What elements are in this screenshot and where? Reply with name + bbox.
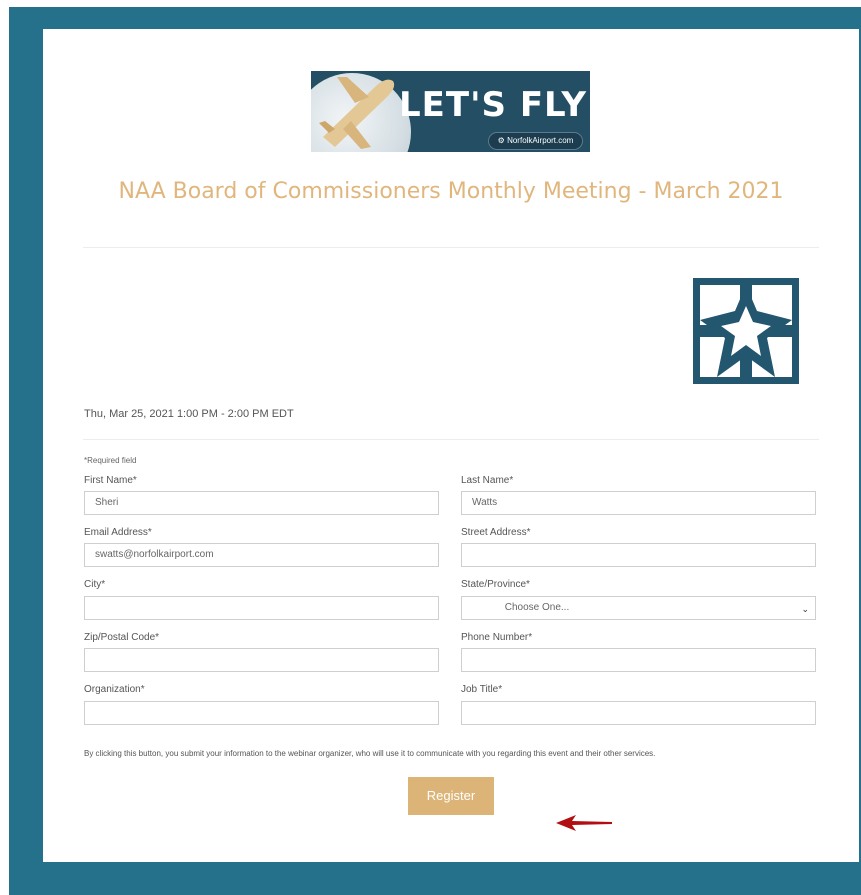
job-title-input[interactable] [461, 701, 816, 725]
state-select-value: Choose One... [504, 602, 570, 613]
street-address-input[interactable] [461, 543, 816, 567]
email-input[interactable]: swatts@norfolkairport.com [84, 543, 439, 567]
organization-label: Organization* [84, 684, 145, 695]
last-name-label: Last Name* [461, 475, 514, 486]
zip-input[interactable] [84, 648, 439, 672]
job-title-label: Job Title* [461, 684, 503, 695]
last-name-input[interactable]: Watts [461, 491, 816, 515]
logo-star-icon [693, 278, 799, 384]
divider [83, 439, 819, 440]
phone-label: Phone Number* [461, 632, 533, 643]
first-name-input[interactable]: Sheri [84, 491, 439, 515]
consent-disclaimer: By clicking this button, you submit your… [84, 749, 656, 758]
state-label: State/Province* [461, 579, 530, 590]
divider [83, 247, 819, 248]
required-note: *Required field [84, 456, 137, 465]
registration-card: LET'S FLY ⚙ NorfolkAirport.com NAA Board… [43, 29, 859, 862]
city-input[interactable] [84, 596, 439, 620]
event-title: NAA Board of Commissioners Monthly Meeti… [118, 179, 784, 204]
organization-input[interactable] [84, 701, 439, 725]
zip-label: Zip/Postal Code* [84, 632, 160, 643]
state-select[interactable]: Choose One... ⌄ [461, 596, 816, 620]
banner-site-text: NorfolkAirport.com [507, 136, 574, 145]
banner-title: LET'S FLY [399, 85, 588, 125]
street-address-label: Street Address* [461, 527, 531, 538]
banner-site-pill: ⚙ NorfolkAirport.com [488, 132, 583, 150]
gear-icon: ⚙ [497, 136, 505, 145]
lets-fly-banner: LET'S FLY ⚙ NorfolkAirport.com [311, 71, 590, 152]
event-datetime: Thu, Mar 25, 2021 1:00 PM - 2:00 PM EDT [84, 408, 294, 420]
email-label: Email Address* [84, 527, 152, 538]
city-label: City* [84, 579, 106, 590]
red-arrow-icon [556, 815, 612, 831]
first-name-label: First Name* [84, 475, 137, 486]
phone-input[interactable] [461, 648, 816, 672]
register-button[interactable]: Register [408, 777, 494, 815]
chevron-down-icon: ⌄ [801, 604, 809, 614]
